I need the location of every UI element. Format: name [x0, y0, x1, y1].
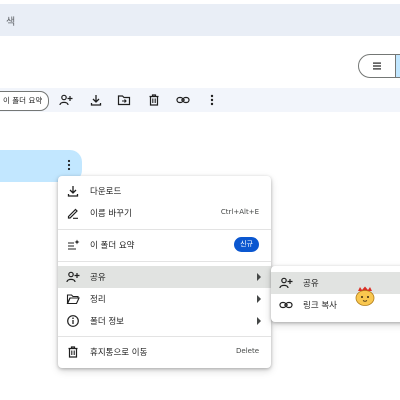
more-vert-icon[interactable]: [205, 93, 219, 107]
list-view-button[interactable]: [359, 55, 395, 77]
summarize-sparkle-icon: [68, 239, 80, 250]
submenu-item-copy-link[interactable]: 링크 복사: [271, 294, 400, 316]
context-menu: 다운로드 이름 바꾸기 Ctrl+Alt+E 이 폴더 요약 신규 공유 정리 …: [58, 176, 271, 368]
new-badge: 신규: [234, 237, 259, 252]
submenu-arrow-icon: [257, 317, 261, 325]
link-icon: [279, 301, 293, 309]
menu-item-label: 휴지통으로 이동: [90, 348, 148, 358]
menu-item-organize[interactable]: 정리: [58, 288, 271, 310]
menu-item-label: 폴더 정보: [90, 317, 124, 327]
submenu-item-share[interactable]: 공유: [271, 272, 400, 294]
menu-item-shortcut: Delete: [236, 347, 259, 355]
download-icon[interactable]: [89, 93, 103, 107]
menu-item-move-to-trash[interactable]: 휴지통으로 이동 Delete: [58, 341, 271, 363]
grid-view-button[interactable]: [395, 55, 400, 77]
search-text: 색: [6, 17, 16, 28]
menu-item-summarize-folder[interactable]: 이 폴더 요약 신규: [58, 234, 271, 256]
submenu-item-label: 링크 복사: [303, 301, 337, 311]
menu-divider: [58, 229, 271, 230]
menu-item-shortcut: Ctrl+Alt+E: [220, 208, 259, 216]
trash-icon[interactable]: [147, 93, 161, 107]
search-bar[interactable]: 색: [0, 4, 400, 36]
move-to-folder-icon[interactable]: [117, 93, 131, 107]
menu-item-folder-info[interactable]: 폴더 정보: [58, 310, 271, 332]
menu-item-label: 이 폴더 요약: [90, 241, 135, 251]
summarize-folder-chip[interactable]: 이 폴더 요약: [0, 91, 50, 111]
menu-divider: [58, 261, 271, 262]
info-icon: [67, 315, 79, 327]
menu-item-label: 이름 바꾸기: [90, 209, 132, 219]
menu-item-share[interactable]: 공유: [58, 266, 271, 288]
menu-item-label: 정리: [90, 295, 106, 305]
menu-item-label: 다운로드: [90, 187, 122, 197]
share-icon: [66, 271, 80, 283]
mascot-cursor-icon: [355, 286, 375, 306]
menu-item-label: 공유: [90, 273, 106, 283]
share-submenu: 공유 링크 복사: [271, 266, 400, 322]
edit-pencil-icon: [67, 208, 78, 219]
share-icon: [279, 277, 293, 289]
view-toggle[interactable]: [358, 54, 400, 78]
download-icon: [67, 186, 79, 197]
folder-open-icon: [66, 294, 80, 305]
row-more-vert-icon[interactable]: [62, 158, 76, 172]
submenu-item-label: 공유: [303, 279, 319, 289]
selection-toolbar: 이 폴더 요약: [0, 88, 400, 112]
list-view-icon: [373, 62, 381, 70]
share-icon[interactable]: [59, 93, 73, 107]
submenu-arrow-icon: [257, 295, 261, 303]
menu-item-rename[interactable]: 이름 바꾸기 Ctrl+Alt+E: [58, 202, 271, 224]
link-icon[interactable]: [176, 93, 190, 107]
menu-item-download[interactable]: 다운로드: [58, 180, 271, 202]
menu-divider: [58, 336, 271, 337]
submenu-arrow-icon: [257, 273, 261, 281]
trash-icon: [68, 346, 78, 358]
